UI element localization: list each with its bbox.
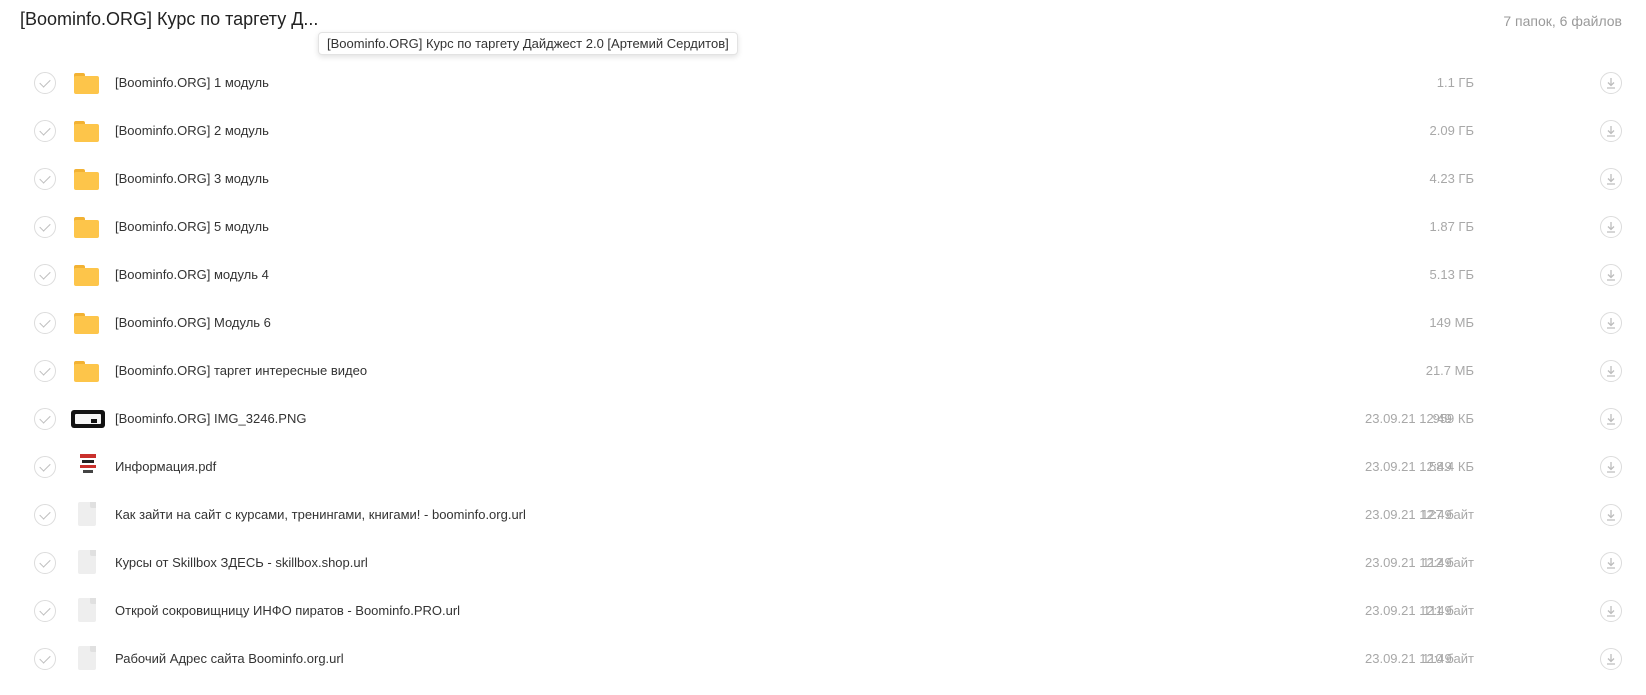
select-checkbox[interactable] [34,168,56,190]
download-icon[interactable] [1600,552,1622,574]
download-icon[interactable] [1600,72,1622,94]
download-icon[interactable] [1600,216,1622,238]
select-checkbox[interactable] [34,600,56,622]
item-size: 149 МБ [1429,315,1474,330]
item-size: 2.09 ГБ [1429,123,1474,138]
item-name[interactable]: Рабочий Адрес сайта Boominfo.org.url [115,651,344,666]
folder-icon [72,358,104,386]
item-size: 110 байт [1422,651,1474,666]
item-size: 58.4 КБ [1428,459,1474,474]
item-name[interactable]: Курсы от Skillbox ЗДЕСЬ - skillbox.shop.… [115,555,368,570]
folder-row[interactable]: [Boominfo.ORG] Модуль 6 149 МБ [0,300,1646,348]
select-checkbox[interactable] [34,216,56,238]
folder-icon [72,166,104,194]
select-checkbox[interactable] [34,456,56,478]
folder-icon [72,118,104,146]
select-checkbox[interactable] [34,648,56,670]
item-size: 4.23 ГБ [1429,171,1474,186]
item-name[interactable]: [Boominfo.ORG] таргет интересные видео [115,363,367,378]
image-thumbnail-icon [71,410,105,428]
item-name[interactable]: [Boominfo.ORG] модуль 4 [115,267,269,282]
select-checkbox[interactable] [34,312,56,334]
select-checkbox[interactable] [34,264,56,286]
folder-row[interactable]: [Boominfo.ORG] 1 модуль 1.1 ГБ [0,60,1646,108]
download-icon[interactable] [1600,120,1622,142]
item-size: 127 байт [1421,507,1474,522]
select-checkbox[interactable] [34,360,56,382]
download-icon[interactable] [1600,264,1622,286]
item-name[interactable]: [Boominfo.ORG] IMG_3246.PNG [115,411,306,426]
item-size: 112 байт [1422,555,1474,570]
file-row[interactable]: Информация.pdf 23.09.21 12:49 58.4 КБ [0,444,1646,492]
item-name[interactable]: [Boominfo.ORG] 1 модуль [115,75,269,90]
download-icon[interactable] [1600,600,1622,622]
select-checkbox[interactable] [34,120,56,142]
title-tooltip: [Boominfo.ORG] Курс по таргету Дайджест … [318,32,738,55]
select-checkbox[interactable] [34,72,56,94]
folder-summary: 7 папок, 6 файлов [1503,13,1622,29]
item-size: 1.87 ГБ [1429,219,1474,234]
select-checkbox[interactable] [34,504,56,526]
item-name[interactable]: Информация.pdf [115,459,216,474]
file-row[interactable]: Открой сокровищницу ИНФО пиратов - Boomi… [0,588,1646,636]
folder-row[interactable]: [Boominfo.ORG] модуль 4 5.13 ГБ [0,252,1646,300]
select-checkbox[interactable] [34,552,56,574]
item-name[interactable]: [Boominfo.ORG] 2 модуль [115,123,269,138]
download-icon[interactable] [1600,360,1622,382]
item-size: 5.13 ГБ [1429,267,1474,282]
page-title: [Boominfo.ORG] Курс по таргету Д... [20,9,319,29]
download-icon[interactable] [1600,408,1622,430]
header: [Boominfo.ORG] Курс по таргету Д... 7 па… [0,0,1646,55]
item-size: 959 КБ [1432,411,1474,426]
folder-row[interactable]: [Boominfo.ORG] 5 модуль 1.87 ГБ [0,204,1646,252]
download-icon[interactable] [1600,648,1622,670]
item-size: 21.7 МБ [1425,363,1474,378]
pdf-thumbnail-icon [80,454,96,474]
download-icon[interactable] [1600,312,1622,334]
item-size: 1.1 ГБ [1436,75,1474,90]
file-icon [78,598,96,622]
folder-row[interactable]: [Boominfo.ORG] 3 модуль 4.23 ГБ [0,156,1646,204]
folder-icon [72,310,104,338]
folder-icon [72,214,104,242]
file-row[interactable]: Рабочий Адрес сайта Boominfo.org.url 23.0… [0,636,1646,684]
download-icon[interactable] [1600,456,1622,478]
folder-icon [72,262,104,290]
item-name[interactable]: [Boominfo.ORG] 3 модуль [115,171,269,186]
item-name[interactable]: Открой сокровищницу ИНФО пиратов - Boomi… [115,603,460,618]
file-icon [78,502,96,526]
file-row[interactable]: Как зайти на сайт с курсами, тренингами,… [0,492,1646,540]
folder-row[interactable]: [Boominfo.ORG] 2 модуль 2.09 ГБ [0,108,1646,156]
item-name[interactable]: [Boominfo.ORG] Модуль 6 [115,315,271,330]
folder-icon [72,70,104,98]
download-icon[interactable] [1600,168,1622,190]
file-list: [Boominfo.ORG] 1 модуль 1.1 ГБ [Boominfo.O… [0,60,1646,684]
item-name[interactable]: [Boominfo.ORG] 5 модуль [115,219,269,234]
item-name[interactable]: Как зайти на сайт с курсами, тренингами,… [115,507,526,522]
item-size: 111 байт [1423,603,1474,618]
file-icon [78,646,96,670]
file-icon [78,550,96,574]
file-row[interactable]: Курсы от Skillbox ЗДЕСЬ - skillbox.shop.… [0,540,1646,588]
download-icon[interactable] [1600,504,1622,526]
select-checkbox[interactable] [34,408,56,430]
file-row[interactable]: [Boominfo.ORG] IMG_3246.PNG 23.09.21 12:4… [0,396,1646,444]
folder-row[interactable]: [Boominfo.ORG] таргет интересные видео 21… [0,348,1646,396]
